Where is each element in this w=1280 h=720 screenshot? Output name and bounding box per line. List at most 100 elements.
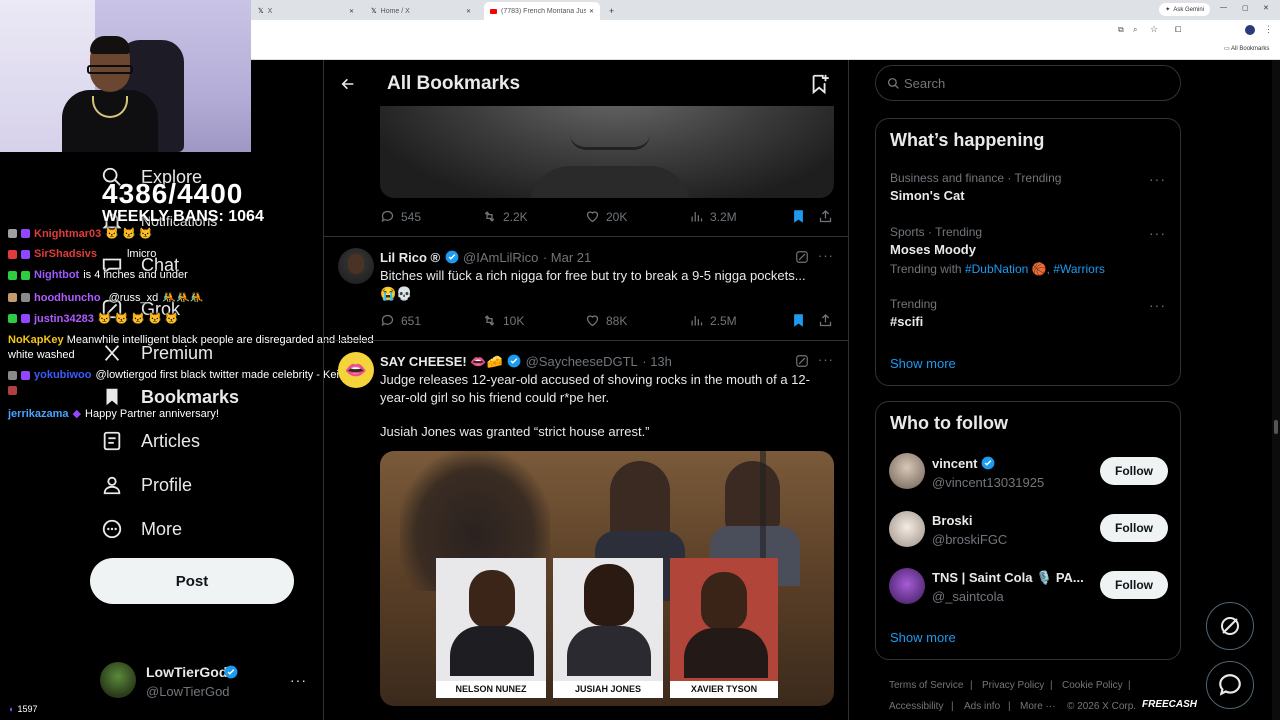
hashtag-link[interactable]: #DubNation 🏀 (965, 262, 1047, 276)
follow-button[interactable]: Follow (1100, 571, 1168, 599)
weekly-bans: WEEKLY BANS: 1064 (102, 208, 264, 225)
footer-link[interactable]: More ··· (1020, 701, 1056, 712)
footer-link[interactable]: Ads info (964, 701, 1000, 712)
kebab-menu-icon[interactable]: ⋮ (1264, 24, 1273, 35)
heart-icon (586, 211, 599, 223)
like-button[interactable]: 20K (585, 209, 627, 224)
grok-floating-button[interactable] (1206, 602, 1254, 650)
close-icon[interactable]: ✕ (466, 8, 471, 15)
like-button[interactable]: 88K (585, 313, 627, 328)
browser-tab[interactable]: 𝕏 X ✕ (252, 2, 362, 20)
all-bookmarks-link[interactable]: ▭ All Bookmarks (1224, 45, 1269, 52)
nav-profile[interactable]: Profile (101, 470, 192, 500)
tweet-media[interactable] (380, 106, 834, 198)
avatar[interactable] (338, 248, 374, 284)
footer-link[interactable]: Accessibility (889, 701, 943, 712)
add-bookmark-folder-icon[interactable] (809, 73, 831, 95)
whats-happening-card: What’s happening Business and finance · … (875, 118, 1181, 386)
reply-button[interactable]: 651 (380, 313, 421, 328)
more-dots-icon[interactable]: ··· (1149, 171, 1166, 187)
bookmarks-header: All Bookmarks (324, 60, 848, 106)
more-dots-icon[interactable]: ··· (1149, 297, 1166, 313)
more-dots-icon[interactable]: ··· (818, 248, 834, 263)
reply-button[interactable]: 545 (380, 209, 421, 224)
close-window-icon[interactable]: ✕ (1263, 4, 1269, 12)
footer-link[interactable]: Terms of Service (889, 680, 963, 691)
avatar[interactable]: 👄 (338, 352, 374, 388)
star-icon[interactable]: ☆ (1150, 24, 1158, 35)
chat-message: Knightmar03 😾 😾 😾 (8, 227, 152, 240)
author-name[interactable]: Lil Rico ® (380, 250, 440, 265)
more-dots-icon[interactable]: ··· (1149, 225, 1166, 241)
profile-avatar-icon[interactable] (1245, 25, 1255, 35)
ask-gemini-button[interactable]: ✦ Ask Gemini (1159, 3, 1210, 16)
tweet-text: Judge releases 12-year-old accused of sh… (380, 372, 810, 405)
tweet-header: SAY CHEESE! 👄🧀 @SaycheeseDGTL · 13h (380, 353, 672, 371)
author-handle[interactable]: @IAmLilRico (463, 250, 538, 265)
minimize-icon[interactable]: — (1220, 4, 1227, 11)
grok-icon[interactable] (795, 354, 809, 368)
more-dots-icon[interactable]: ··· (290, 672, 307, 688)
views-icon (691, 212, 703, 222)
new-tab-icon[interactable]: + (603, 2, 614, 20)
youtube-icon (490, 8, 497, 14)
repost-button[interactable]: 10K (482, 313, 524, 328)
view-counter: ◖ 1597 (8, 704, 38, 714)
browser-tab-active[interactable]: (7783) French Montana Just Go ✕ (484, 2, 600, 20)
badge-icon (8, 386, 17, 395)
views-button[interactable]: 3.2M (689, 209, 737, 224)
show-more-link[interactable]: Show more (890, 356, 956, 371)
post-button[interactable]: Post (90, 558, 294, 604)
nav-articles[interactable]: Articles (101, 426, 200, 456)
browser-tab[interactable]: 𝕏 Home / X ✕ (365, 2, 477, 20)
extension-icon[interactable]: ⧉ (1118, 25, 1124, 35)
tweet-header: Lil Rico ® @IAmLilRico · Mar 21 (380, 249, 591, 267)
chat-message: hoodhuncho @russ_xd 🤼🤼🤼 (8, 291, 203, 304)
author-name[interactable]: SAY CHEESE! 👄🧀 (380, 354, 503, 369)
hashtag-link[interactable]: #Warriors (1053, 262, 1105, 276)
nav-more[interactable]: More (101, 514, 182, 544)
zoom-icon[interactable]: ⌕ (1133, 25, 1137, 35)
say-cheese-logo-icon: 👄 (344, 359, 368, 380)
scrollbar-thumb[interactable] (1274, 420, 1278, 434)
tweet-time[interactable]: · Mar 21 (543, 250, 591, 265)
author-handle[interactable]: @SaycheeseDGTL (526, 354, 638, 369)
close-icon[interactable]: ✕ (589, 8, 594, 15)
divider (324, 236, 848, 237)
footer-link[interactable]: Privacy Policy (982, 680, 1044, 691)
follow-button[interactable]: Follow (1100, 514, 1168, 542)
share-icon[interactable] (818, 209, 833, 224)
back-arrow-icon[interactable] (340, 76, 356, 92)
folder-icon: ▭ (1224, 46, 1230, 52)
messages-floating-button[interactable] (1206, 661, 1254, 709)
verified-badge-icon (224, 665, 238, 679)
badge-icon (21, 229, 30, 238)
close-icon[interactable]: ✕ (349, 8, 354, 15)
puzzle-icon[interactable]: ⧠ (1175, 25, 1181, 35)
show-more-link[interactable]: Show more (890, 630, 956, 645)
badge-icon (8, 270, 17, 280)
share-icon[interactable] (818, 313, 833, 328)
maximize-icon[interactable]: ▢ (1242, 4, 1249, 12)
verified-badge-icon (445, 250, 459, 264)
ban-counter: 4386/4400 (102, 178, 244, 209)
account-switcher[interactable]: LowTierGod @LowTierGod ··· (100, 660, 310, 704)
footer-link[interactable]: Cookie Policy (1062, 680, 1123, 691)
tweet-time[interactable]: · 13h (642, 354, 672, 369)
bookmark-filled-icon[interactable] (791, 313, 806, 328)
emote-icon: 😾 😾 😾 (105, 228, 153, 240)
search-input[interactable] (875, 65, 1181, 101)
more-dots-icon[interactable]: ··· (818, 352, 834, 367)
scrollbar[interactable] (1272, 60, 1280, 720)
repost-button[interactable]: 2.2K (482, 209, 528, 224)
follow-button[interactable]: Follow (1100, 457, 1168, 485)
grok-icon[interactable] (795, 250, 809, 264)
account-name: LowTierGod (146, 664, 228, 680)
tweet-media[interactable]: NELSON NUNEZ JUSIAH JONES XAVIER TYSON (380, 451, 834, 706)
more-circle-icon (102, 519, 122, 539)
chat-message: yokubiwoo @lowtiergod first black twitte… (8, 369, 370, 381)
views-button[interactable]: 2.5M (689, 313, 737, 328)
account-handle: @LowTierGod (146, 684, 230, 699)
repost-icon (484, 211, 495, 222)
bookmark-filled-icon[interactable] (791, 209, 806, 224)
